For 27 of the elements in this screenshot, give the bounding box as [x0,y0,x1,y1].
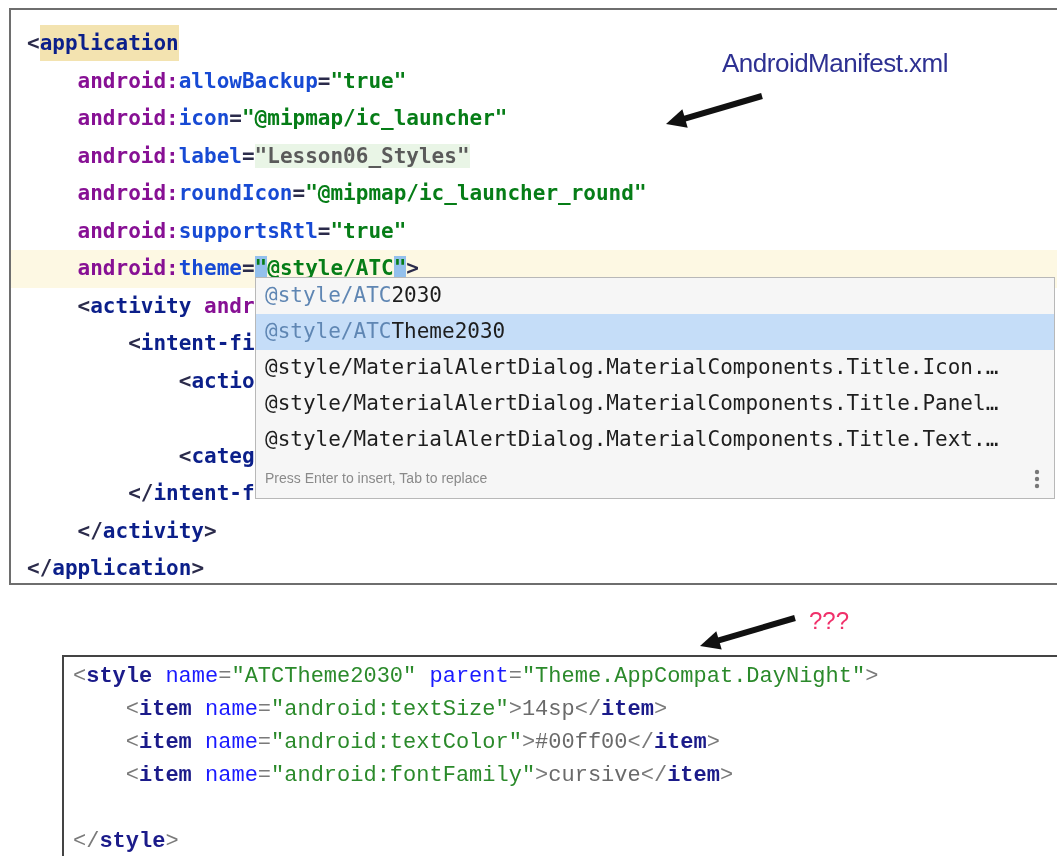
suggestion-item[interactable]: @style/MaterialAlertDialog.MaterialComponents.Title.Panel… [256,386,1054,422]
code-line: <style name="ATCTheme2030" parent="Theme.AppCompat.DayNight"> [73,663,879,691]
code-line: <application [27,28,179,60]
code-line: </style> [73,828,179,856]
code-line: </application> [27,555,205,582]
suggestion-item[interactable]: @style/MaterialAlertDialog.MaterialComponents.Title.Text.… [256,422,1054,458]
code-line: android:roundIcon="@mipmap/ic_launcher_round" [76,180,647,207]
code-line: </activity> [76,517,217,545]
code-line: android:icon="@mipmap/ic_launcher" [76,105,508,132]
suggestion-item[interactable]: @style/MaterialAlertDialog.MaterialComponents.Title.Icon.… [256,350,1054,386]
code-line: <activity andr [76,292,255,320]
code-line: <actio [177,367,255,395]
code-line: </intent-f [127,480,255,507]
code-line: android:supportsRtl="true" [76,217,407,245]
code-line: <categ [177,442,255,470]
code-line: <intent-fi [127,330,255,357]
code-line: android:label="Lesson06_Styles" [76,142,470,170]
annotation-label: ??? [809,606,850,636]
popup-hint: Press Enter to insert, Tab to replace [265,469,488,488]
code-line: <item name="android:textSize">14sp</item> [124,696,668,724]
annotation-label: AndroidManifest.xml [722,47,949,80]
code-line: <item name="android:textColor">#00ff00</item> [124,729,720,757]
suggestion-item[interactable]: @style/ATCTheme2030 [256,314,1054,350]
code-line: <item name="android:fontFamily">cursive</item> [124,762,734,790]
suggestion-item[interactable]: @style/ATC2030 [256,278,1054,314]
code-line: android:allowBackup="true" [76,67,407,95]
more-options-icon[interactable] [1034,468,1040,489]
